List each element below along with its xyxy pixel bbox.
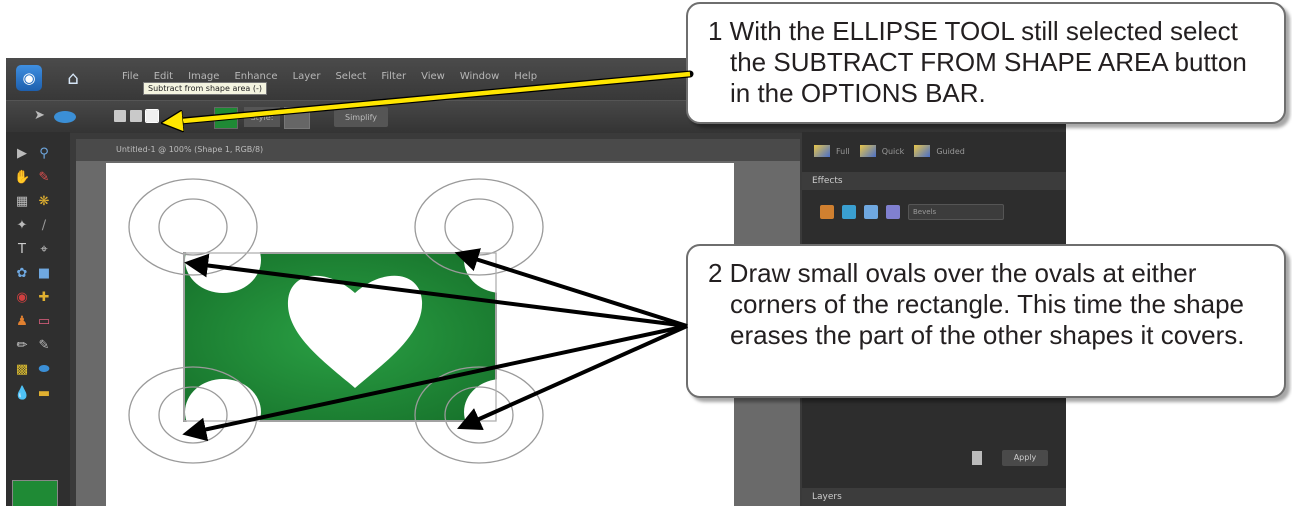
simplify-button[interactable]: Simplify — [334, 107, 388, 127]
mode-tabs: Full Quick Guided — [802, 138, 1066, 164]
magic-wand-tool-icon[interactable]: ✦ — [14, 218, 30, 234]
menu-filter[interactable]: Filter — [381, 71, 406, 82]
quick-selection-tool-icon[interactable]: ∕ — [36, 218, 52, 234]
menu-help[interactable]: Help — [514, 71, 537, 82]
subtract-shape-tooltip: Subtract from shape area (-) — [143, 82, 267, 95]
tab-full-label: Full — [836, 146, 850, 156]
callout-step-1: 1 With the ELLIPSE TOOL still selected s… — [686, 2, 1286, 124]
gradient-tool-icon[interactable]: ▩ — [14, 362, 30, 378]
menu-enhance[interactable]: Enhance — [234, 71, 277, 82]
canvas-artwork — [128, 178, 544, 464]
lasso-tool-icon[interactable]: ❋ — [36, 194, 52, 210]
shape-selection-arrow-icon[interactable]: ➤ — [34, 108, 45, 123]
straighten-tool-icon[interactable]: ■ — [36, 266, 52, 282]
camera-icon[interactable]: ◉ — [16, 65, 42, 91]
all-effects-icon[interactable] — [886, 205, 900, 219]
type-tool-icon[interactable]: T — [14, 242, 30, 258]
callout-step-1-text: 1 With the ELLIPSE TOOL still selected s… — [708, 16, 1247, 108]
crop-tool-icon[interactable]: ⌖ — [36, 242, 52, 258]
trash-icon[interactable] — [972, 451, 982, 465]
clone-stamp-tool-icon[interactable]: ♟ — [14, 314, 30, 330]
red-eye-tool-icon[interactable]: ◉ — [14, 290, 30, 306]
cookie-cutter-tool-icon[interactable]: ✿ — [14, 266, 30, 282]
zoom-tool-icon[interactable]: ⚲ — [36, 146, 52, 162]
tab-quick[interactable]: Quick — [859, 138, 905, 164]
document-tab[interactable]: Untitled-1 @ 100% (Shape 1, RGB/8) — [76, 139, 800, 161]
shape-area-mode-buttons — [114, 109, 159, 123]
toolbox: ▶ ⚲ ✋ ✎ ▦ ❋ ✦ ∕ T ⌖ ✿ ■ ◉ ✚ ♟ ▭ ✏ ✎ ▩ ⬬ … — [6, 132, 70, 506]
tab-guided[interactable]: Guided — [914, 138, 965, 164]
tab-full[interactable]: Full — [814, 138, 850, 164]
brush-tool-icon[interactable]: ✏ — [14, 338, 30, 354]
home-icon[interactable]: ⌂ — [62, 67, 84, 89]
menu-edit[interactable]: Edit — [154, 71, 173, 82]
effects-toolbar: Bevels — [820, 204, 1004, 220]
marquee-tool-icon[interactable]: ▦ — [14, 194, 30, 210]
style-label: Style: — [244, 107, 280, 127]
smart-brush-tool-icon[interactable]: ✎ — [36, 338, 52, 354]
apply-button[interactable]: Apply — [1002, 450, 1048, 466]
callout-step-2-text: 2 Draw small ovals over the ovals at eit… — [708, 258, 1245, 350]
menu-view[interactable]: View — [421, 71, 445, 82]
healing-brush-tool-icon[interactable]: ✚ — [36, 290, 52, 306]
sponge-tool-icon[interactable]: ▬ — [36, 386, 52, 402]
menu-select[interactable]: Select — [335, 71, 366, 82]
main-menu: File Edit Image Enhance Layer Select Fil… — [122, 71, 537, 82]
menu-layer[interactable]: Layer — [293, 71, 321, 82]
blur-tool-icon[interactable]: 💧 — [14, 386, 30, 402]
shape-color-swatch[interactable] — [214, 107, 238, 129]
photo-effects-icon[interactable] — [864, 205, 878, 219]
layer-styles-icon[interactable] — [842, 205, 856, 219]
eyedropper-tool-icon[interactable]: ✎ — [36, 170, 52, 186]
filters-icon[interactable] — [820, 205, 834, 219]
tab-guided-label: Guided — [936, 146, 965, 156]
subtract-from-shape-area-button[interactable] — [145, 109, 159, 123]
style-picker[interactable] — [284, 107, 310, 129]
ellipse-tool-icon[interactable] — [54, 111, 76, 123]
menu-file[interactable]: File — [122, 71, 139, 82]
create-new-shape-button[interactable] — [114, 110, 126, 122]
callout-step-2: 2 Draw small ovals over the ovals at eit… — [686, 244, 1286, 398]
hand-tool-icon[interactable]: ✋ — [14, 170, 30, 186]
foreground-color-swatch[interactable] — [12, 480, 58, 506]
green-shape[interactable] — [183, 252, 497, 422]
add-to-shape-area-button[interactable] — [130, 110, 142, 122]
effects-panel-header[interactable]: Effects — [802, 172, 1066, 190]
full-mode-icon — [814, 145, 830, 157]
quick-mode-icon — [859, 145, 876, 157]
move-tool-icon[interactable]: ▶ — [14, 146, 30, 162]
menu-window[interactable]: Window — [460, 71, 499, 82]
layers-panel-header[interactable]: Layers — [802, 488, 1066, 506]
menu-image[interactable]: Image — [188, 71, 219, 82]
eraser-tool-icon[interactable]: ▭ — [36, 314, 52, 330]
shape-tool-icon[interactable]: ⬬ — [36, 362, 52, 378]
effects-preset-select[interactable]: Bevels — [908, 204, 1004, 220]
document-canvas[interactable] — [106, 163, 734, 506]
guided-mode-icon — [914, 145, 931, 157]
tab-quick-label: Quick — [881, 146, 905, 156]
